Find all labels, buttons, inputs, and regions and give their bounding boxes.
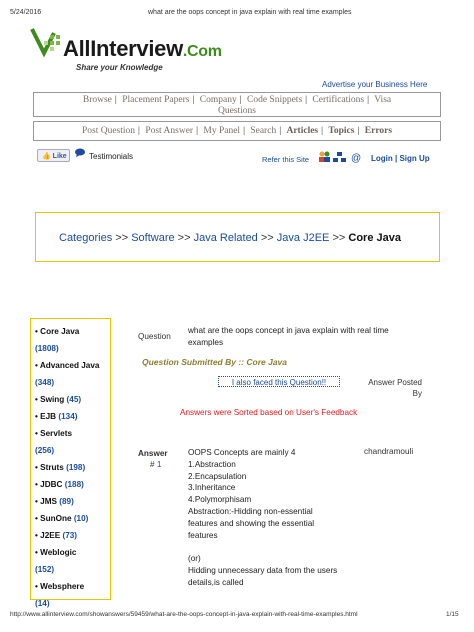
question-text: what are the oops concept in java explai… [188,326,389,347]
breadcrumb-software[interactable]: Software [131,232,174,244]
nav-code-snippets[interactable]: Code Snippets [247,95,302,105]
nav-browse[interactable]: Browse [83,95,112,105]
sidebar-item[interactable]: • J2EE (73) [35,527,110,544]
answer-author[interactable]: chandramouli [364,447,413,456]
nav-topics[interactable]: Topics [328,126,354,136]
sorted-notice: Answers were Sorted based on User's Feed… [180,408,358,417]
chat-bubble-icon [75,148,85,157]
main-nav: Browse | Placement Papers | Company | Code … [33,92,441,117]
sidebar-item[interactable]: • EJB (134) [35,408,110,425]
nav-post-question[interactable]: Post Question [82,126,135,136]
nav-questions[interactable]: Questions [218,106,256,116]
print-title: what are the oops concept in java explai… [148,9,352,16]
signup-link[interactable]: Sign Up [399,154,429,163]
print-url: http://www.allinterview.com/showanswers/… [10,611,358,618]
answer-number-link[interactable]: 1 [157,460,162,469]
answer-label: Answer [138,449,168,458]
sidebar-item[interactable]: • Servlets (256) [35,425,110,459]
submitted-by: Question Submitted By :: Core Java [142,357,287,367]
breadcrumb-categories[interactable]: Categories [59,232,112,244]
answer-posted-by-label: Answer Posted By [368,378,422,398]
user-nav: Post Question | Post Answer | My Panel | Se… [33,121,441,141]
people-icon[interactable] [319,151,330,163]
faced-question-button[interactable]: I also faced this Question!! [218,376,340,387]
answer-body: OOPS Concepts are mainly 4 1.Abstraction… [188,448,338,587]
print-date: 5/24/2016 [10,9,42,16]
testimonials-link[interactable]: Testimonials [89,152,133,161]
sidebar-item[interactable]: • JMS (89) [35,493,110,510]
nav-errors[interactable]: Errors [365,126,392,136]
sidebar-item[interactable]: • Websphere (14) [35,578,110,612]
sidebar-item[interactable]: • SunOne (10) [35,510,110,527]
email-icon[interactable]: @ [351,153,361,164]
breadcrumb-java-j2ee[interactable]: Java J2EE [277,232,330,244]
advertise-link[interactable]: Advertise your Business Here [322,80,427,89]
refer-link[interactable]: Refer this Site [262,155,309,164]
answer-number: # 1 [150,460,162,469]
sidebar-item[interactable]: • Weblogic (152) [35,544,110,578]
logo-text[interactable]: AllInterview.Com [63,36,222,62]
breadcrumb-java-related[interactable]: Java Related [194,232,258,244]
nav-company[interactable]: Company [200,95,237,105]
nav-my-panel[interactable]: My Panel [203,126,240,136]
breadcrumb: Categories >> Software >> Java Related >… [35,212,440,262]
breadcrumb-current: Core Java [348,232,401,244]
network-icon[interactable] [333,152,346,162]
login-link[interactable]: Login [371,154,393,163]
like-button[interactable]: 👍 Like [37,149,70,162]
nav-post-answer[interactable]: Post Answer [145,126,193,136]
sidebar-item[interactable]: • Swing (45) [35,391,110,408]
nav-articles[interactable]: Articles [286,126,318,136]
question-label: Question [138,332,171,341]
nav-search[interactable]: Search [250,126,276,136]
thumbs-up-icon: 👍 [42,153,51,160]
auth-links: Login | Sign Up [371,154,430,163]
nav-placement-papers[interactable]: Placement Papers [122,95,189,105]
logo-tagline: Share your Knowledge [76,63,163,72]
print-page: 1/15 [446,611,459,618]
sidebar-item[interactable]: • Advanced Java (348) [35,357,110,391]
nav-visa[interactable]: Visa [374,95,391,105]
category-sidebar: • Core Java (1808) • Advanced Java (348) … [30,318,111,608]
sidebar-item[interactable]: • JDBC (188) [35,476,110,493]
sidebar-item[interactable]: • Struts (198) [35,459,110,476]
share-icons: @ [318,150,364,168]
nav-certifications[interactable]: Certifications [312,95,364,105]
sidebar-item[interactable]: • Core Java (1808) [35,323,110,357]
